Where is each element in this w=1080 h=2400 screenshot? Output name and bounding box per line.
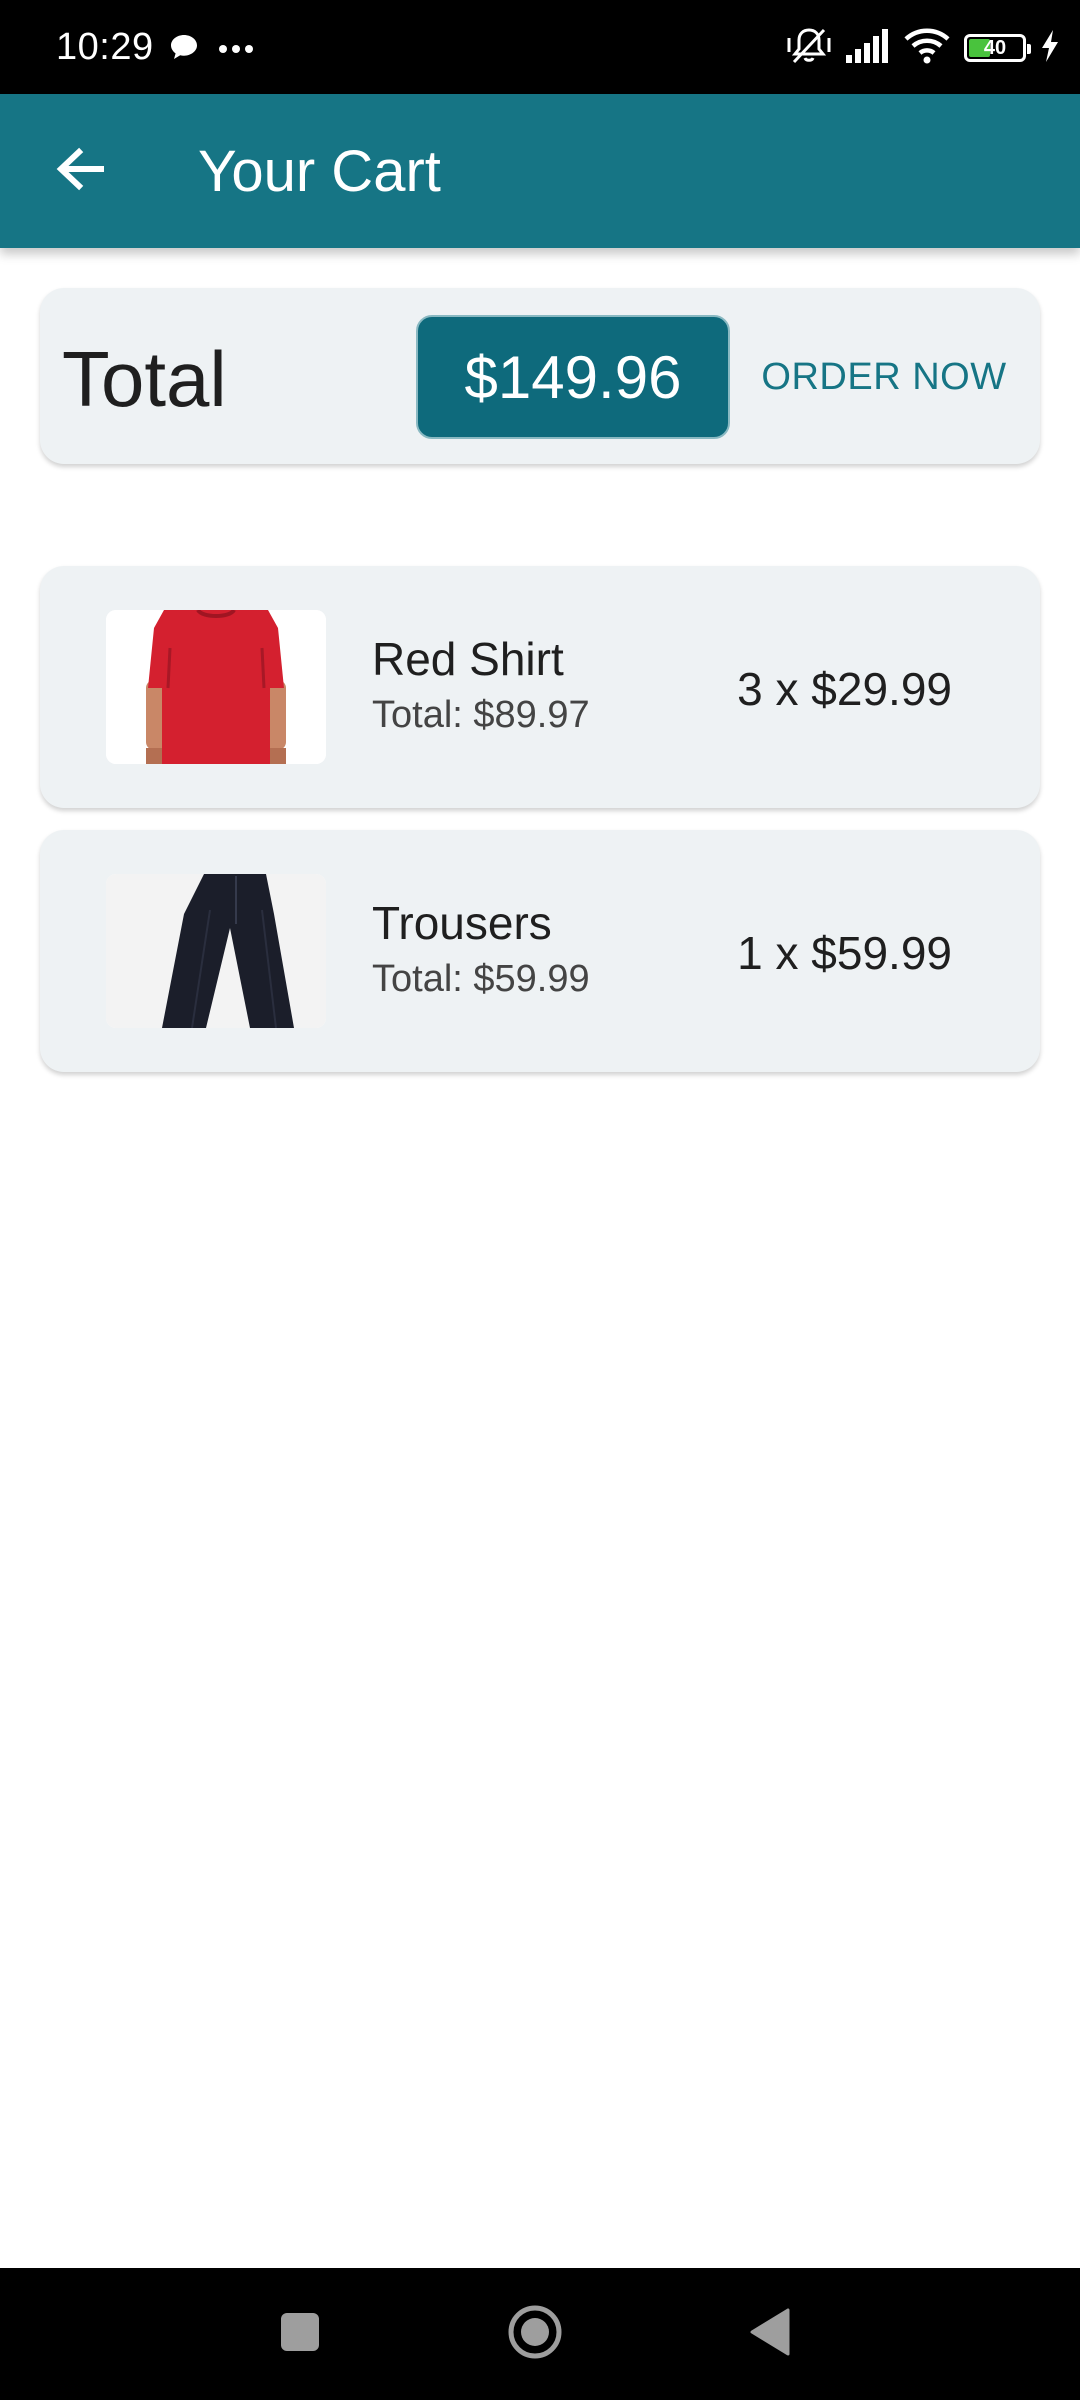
battery-tip	[1027, 44, 1031, 54]
wifi-icon	[904, 28, 950, 69]
back-triangle-icon	[748, 2308, 792, 2361]
order-now-button[interactable]: ORDER NOW	[752, 333, 1016, 421]
status-left-icons	[168, 30, 254, 70]
more-dots-icon	[218, 41, 254, 59]
charging-bolt-icon	[1040, 29, 1060, 67]
recent-apps-button[interactable]	[270, 2304, 330, 2364]
item-quantity-price: 3 x $29.99	[737, 663, 952, 715]
battery-level: 40	[983, 37, 1007, 59]
cart-item[interactable]: Trousers Total: $59.99 1 x $59.99	[40, 830, 1040, 1072]
cart-item[interactable]: Red Shirt Total: $89.97 3 x $29.99	[40, 566, 1040, 808]
home-icon	[507, 2304, 563, 2365]
item-name: Trousers	[372, 897, 552, 949]
trousers-image	[106, 874, 326, 1028]
recent-apps-icon	[280, 2312, 320, 2357]
red-shirt-image	[106, 610, 326, 764]
back-nav-button[interactable]	[740, 2304, 800, 2364]
battery-icon: 40	[964, 34, 1031, 62]
chat-bubble-icon	[168, 32, 200, 69]
navigation-bar	[0, 2268, 1080, 2400]
cart-list: Red Shirt Total: $89.97 3 x $29.99 Trous…	[40, 566, 1040, 1094]
vibrate-icon	[786, 26, 832, 71]
item-total: Total: $59.99	[372, 958, 590, 1000]
home-button[interactable]	[505, 2304, 565, 2364]
back-button[interactable]	[40, 131, 120, 211]
app-bar: Your Cart	[0, 94, 1080, 248]
cart-screen: 10:29 40 Your Cart Total $149.96 ORDER N…	[0, 0, 1080, 2400]
item-name: Red Shirt	[372, 633, 564, 685]
status-time: 10:29	[56, 26, 154, 68]
total-amount-chip: $149.96	[416, 315, 730, 439]
total-card: Total $149.96 ORDER NOW	[40, 288, 1040, 464]
page-title: Your Cart	[198, 139, 441, 204]
signal-icon	[846, 28, 890, 68]
item-quantity-price: 1 x $59.99	[737, 927, 952, 979]
item-total: Total: $89.97	[372, 694, 590, 736]
status-bar: 10:29 40	[0, 0, 1080, 94]
arrow-left-icon	[55, 147, 105, 196]
status-right-icons: 40	[786, 26, 1060, 70]
total-label: Total	[62, 335, 227, 423]
